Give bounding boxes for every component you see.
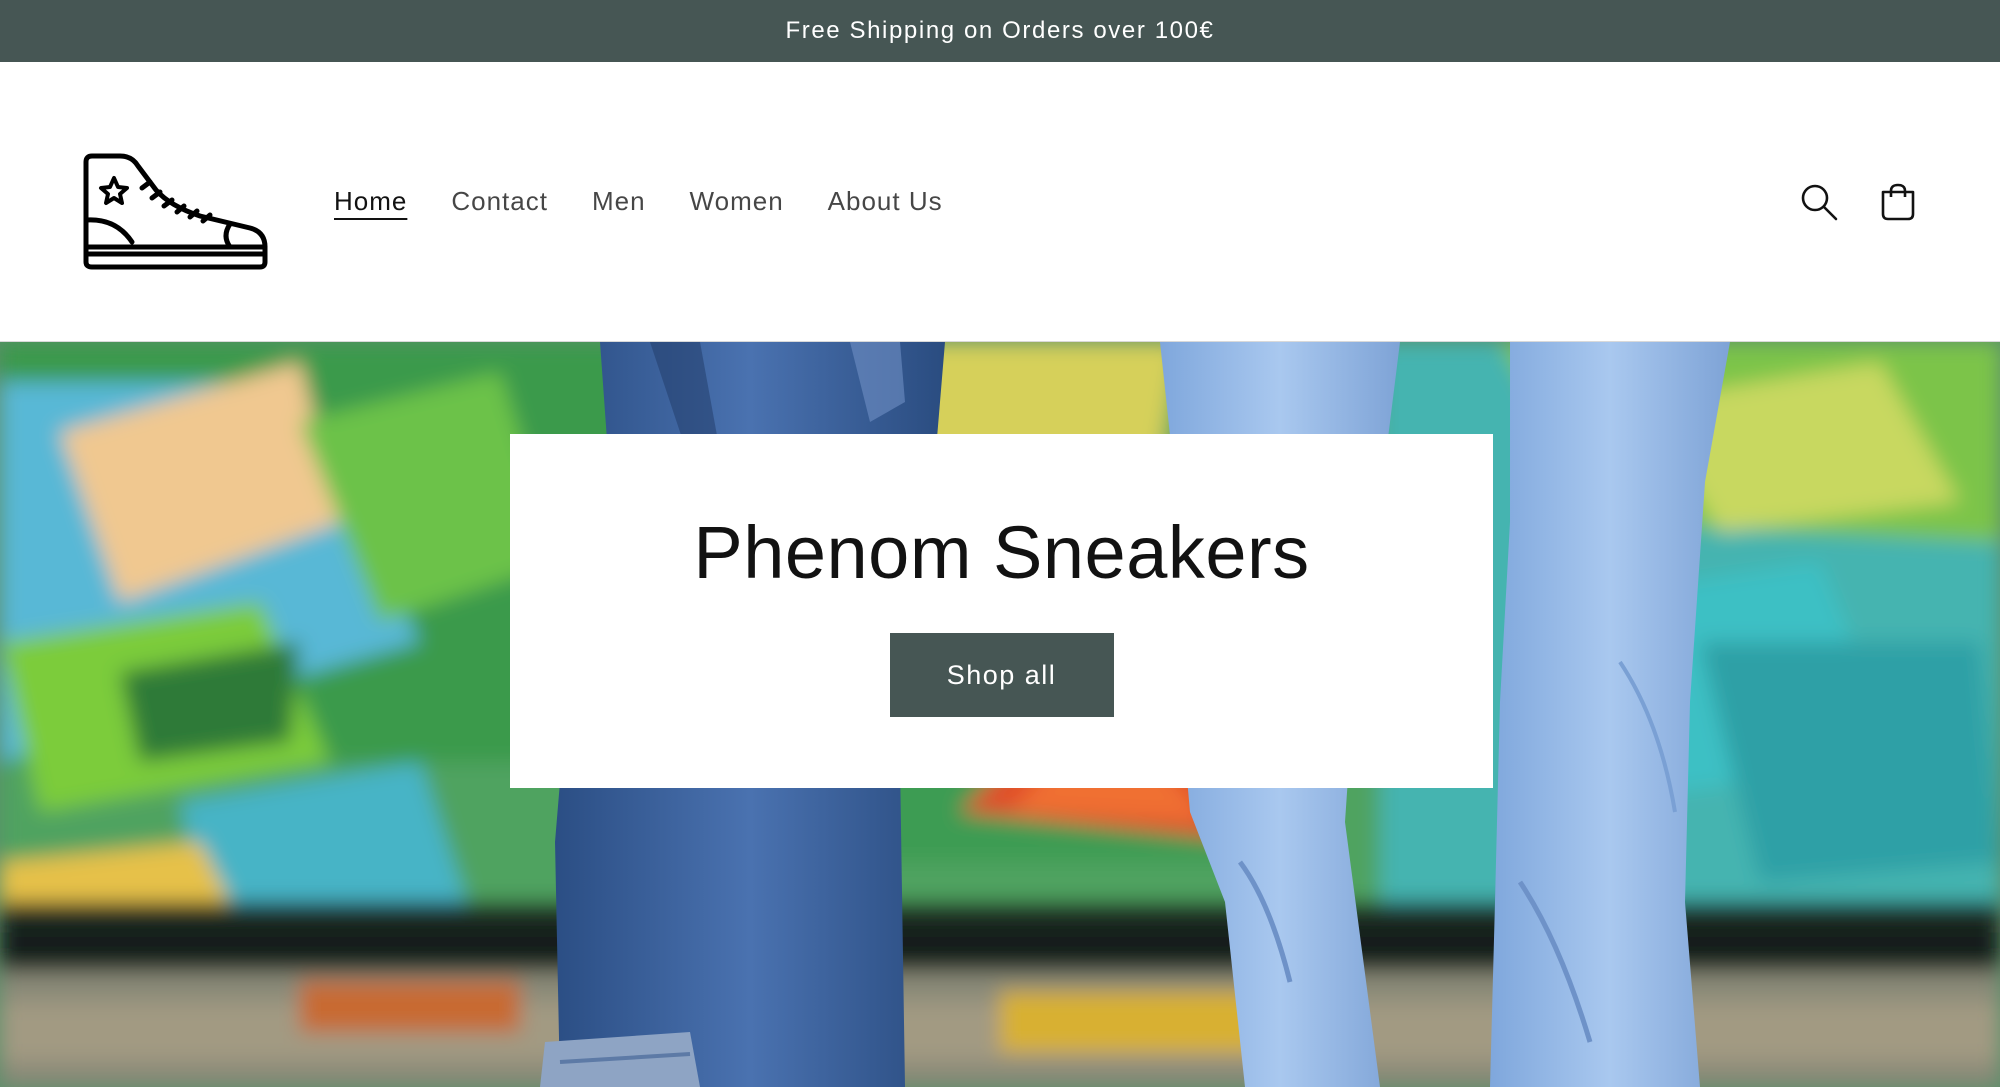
nav-home[interactable]: Home (334, 186, 407, 217)
hero-banner: Phenom Sneakers Shop all (0, 342, 2000, 1087)
announcement-bar: Free Shipping on Orders over 100€ (0, 0, 2000, 62)
store-logo[interactable] (80, 150, 270, 270)
nav-contact[interactable]: Contact (451, 186, 548, 217)
main-nav: Home Contact Men Women About Us (334, 62, 987, 342)
sneaker-icon (83, 153, 268, 270)
search-icon (1801, 184, 1838, 221)
hero-content-box: Phenom Sneakers Shop all (510, 434, 1493, 788)
hero-title: Phenom Sneakers (693, 511, 1310, 594)
announcement-text: Free Shipping on Orders over 100€ (785, 17, 1215, 44)
site-header: Home Contact Men Women About Us (0, 62, 2000, 342)
search-button[interactable] (1789, 172, 1849, 232)
cart-icon (1881, 183, 1915, 221)
nav-men[interactable]: Men (592, 186, 646, 217)
cart-button[interactable] (1868, 172, 1928, 232)
shop-all-button[interactable]: Shop all (889, 633, 1114, 718)
nav-about-us[interactable]: About Us (828, 186, 943, 217)
nav-women[interactable]: Women (690, 186, 784, 217)
